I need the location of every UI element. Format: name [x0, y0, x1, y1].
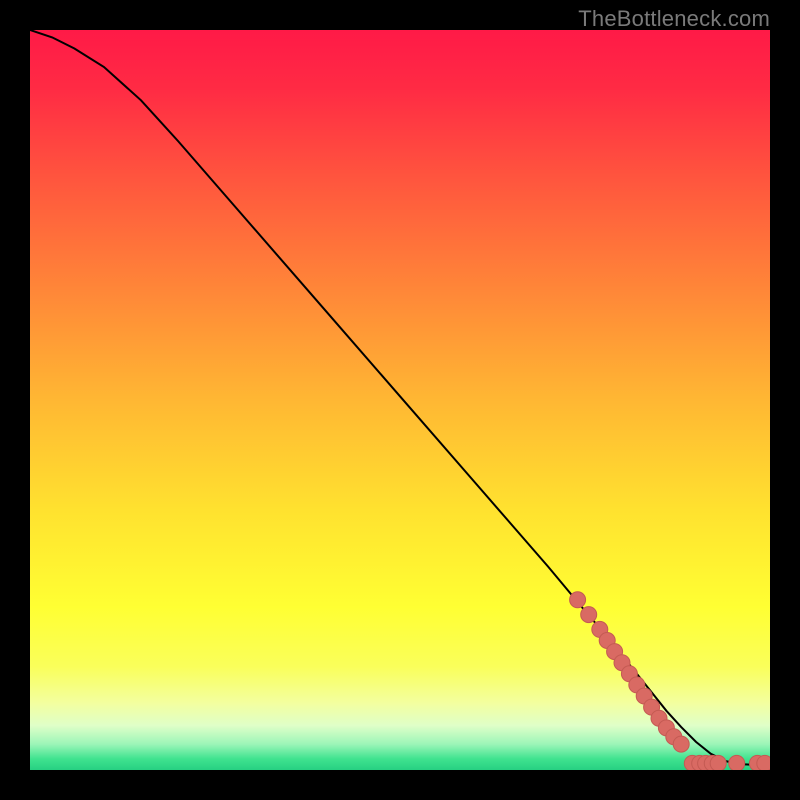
chart-frame: TheBottleneck.com: [0, 0, 800, 800]
bottleneck-curve: [30, 30, 770, 765]
plot-area: [30, 30, 770, 770]
curve-layer: [30, 30, 770, 770]
data-marker: [729, 755, 745, 770]
data-marker: [710, 755, 726, 770]
data-marker: [673, 736, 689, 752]
data-marker: [581, 607, 597, 623]
attribution-label: TheBottleneck.com: [578, 6, 770, 32]
data-markers: [570, 592, 770, 770]
data-marker: [757, 755, 770, 770]
data-marker: [570, 592, 586, 608]
